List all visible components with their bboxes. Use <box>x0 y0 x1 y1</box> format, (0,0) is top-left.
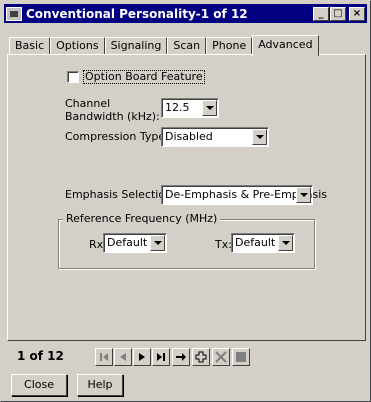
add-record-icon[interactable] <box>192 348 210 366</box>
tx-value: Default <box>235 236 276 249</box>
tab-basic[interactable]: Basic <box>9 37 51 55</box>
maximize-button[interactable]: □ <box>330 6 346 21</box>
tab-options[interactable]: Options <box>50 37 105 55</box>
tab-strip: Basic Options Signaling Scan Phone Advan… <box>9 35 319 56</box>
channel-bandwidth-value: 12.5 <box>165 101 190 114</box>
emphasis-selection-label: Emphasis Selection: <box>65 188 176 201</box>
tx-select[interactable]: Default <box>231 233 295 253</box>
tab-signaling[interactable]: Signaling <box>104 37 168 55</box>
help-button[interactable]: Help <box>77 374 123 396</box>
first-record-icon[interactable] <box>95 348 113 366</box>
compression-type-value: Disabled <box>165 130 213 143</box>
last-record-icon[interactable] <box>152 348 170 366</box>
compression-type-select[interactable]: Disabled <box>161 127 269 147</box>
emphasis-selection-select[interactable]: De-Emphasis & Pre-Emphasis <box>161 185 327 205</box>
channel-bandwidth-select[interactable]: 12.5 <box>161 98 219 118</box>
option-board-checkbox[interactable] <box>67 71 79 83</box>
chevron-down-icon[interactable] <box>252 129 267 145</box>
chevron-down-icon[interactable] <box>278 235 293 251</box>
app-icon <box>6 6 22 21</box>
minimize-button[interactable]: _ <box>313 6 329 21</box>
close-window-button[interactable]: × <box>349 6 365 21</box>
delete-record-icon[interactable] <box>212 348 230 366</box>
personality-window: Conventional Personality-1 of 12 _ □ × B… <box>0 0 371 402</box>
previous-record-icon[interactable] <box>114 348 132 366</box>
tab-phone[interactable]: Phone <box>206 37 253 55</box>
chevron-down-icon[interactable] <box>150 235 165 251</box>
compression-type-label: Compression Type: <box>65 130 169 143</box>
tx-label: Tx: <box>215 238 232 251</box>
rx-value: Default <box>107 236 148 249</box>
title-bar[interactable]: Conventional Personality-1 of 12 _ □ × <box>4 4 367 23</box>
goto-arrow-icon[interactable] <box>172 348 190 366</box>
record-counter: 1 of 12 <box>17 349 64 363</box>
reference-frequency-title: Reference Frequency (MHz) <box>63 212 221 225</box>
option-board-label[interactable]: Option Board Feature <box>83 70 205 84</box>
tab-scan[interactable]: Scan <box>167 37 207 55</box>
close-button[interactable]: Close <box>11 374 67 396</box>
tab-advanced[interactable]: Advanced <box>252 35 319 56</box>
next-record-icon[interactable] <box>133 348 151 366</box>
block-icon[interactable] <box>232 348 250 366</box>
window-title: Conventional Personality-1 of 12 <box>26 6 248 21</box>
chevron-down-icon[interactable] <box>202 100 217 116</box>
channel-bandwidth-label: Channel Bandwidth (kHz): <box>65 97 160 123</box>
rx-select[interactable]: Default <box>103 233 167 253</box>
chevron-down-icon[interactable] <box>296 187 311 203</box>
